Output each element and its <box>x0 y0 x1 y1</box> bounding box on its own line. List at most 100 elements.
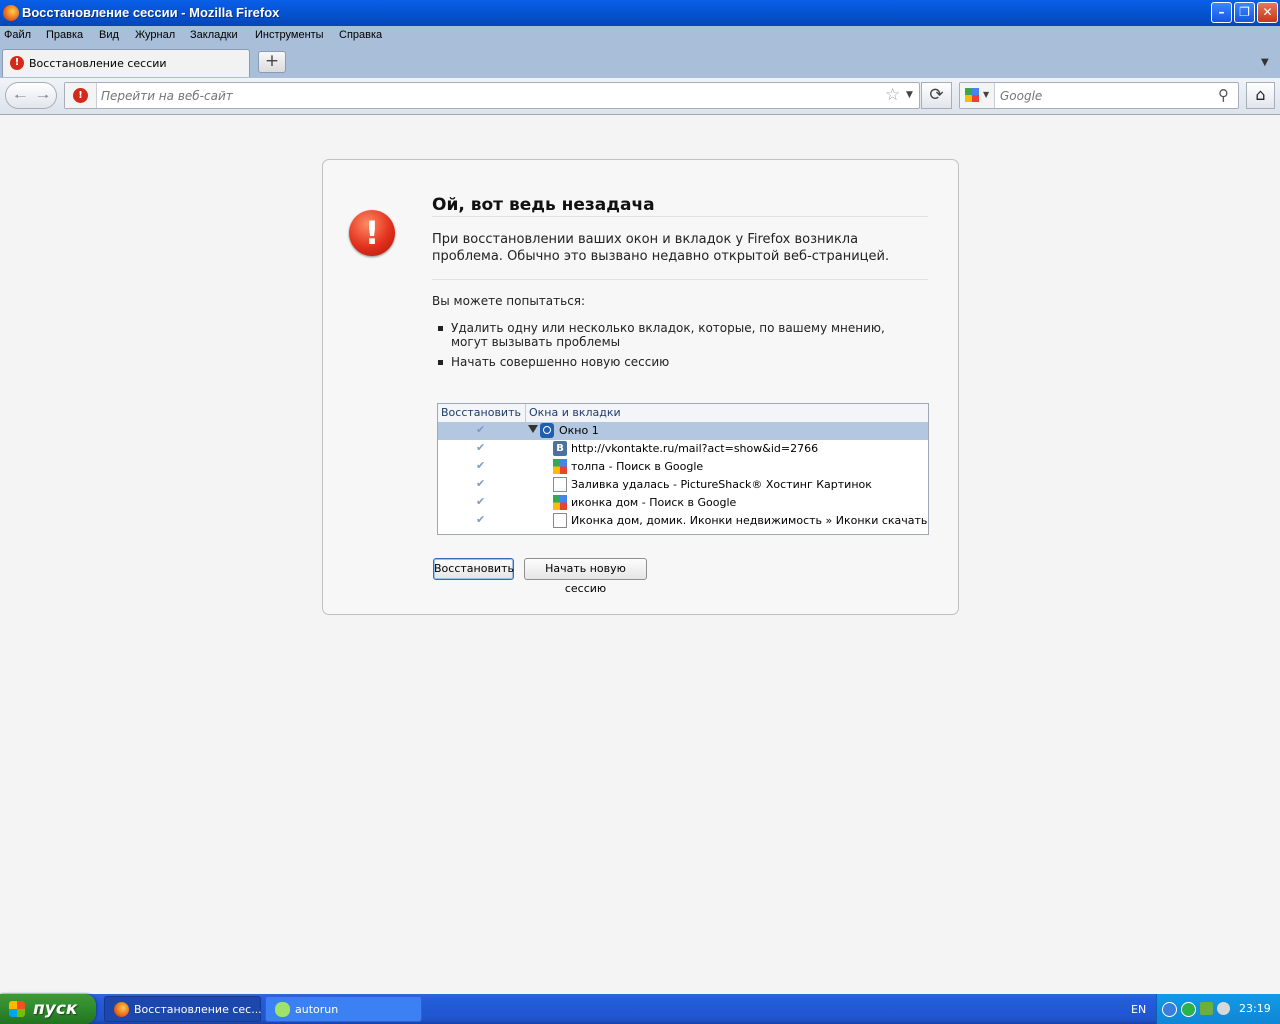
minimize-button[interactable]: – <box>1211 2 1232 23</box>
search-bar[interactable]: ▼ ⚲ <box>959 82 1239 109</box>
volume-icon[interactable] <box>1217 1002 1230 1015</box>
window-title: Восстановление сессии - Mozilla Firefox <box>22 5 280 20</box>
divider <box>432 216 928 217</box>
tray-expand-icon[interactable] <box>1162 1002 1177 1017</box>
tree-row-label: Иконка дом, домик. Иконки недвижимость »… <box>571 514 928 527</box>
tree-row-window[interactable]: ✔ Окно 1 <box>438 422 928 440</box>
tree-row-label: http://vkontakte.ru/mail?act=show&id=276… <box>571 442 819 455</box>
taskbar: пуск Восстановление сес... autorun EN 23… <box>0 994 1280 1024</box>
firefox-icon <box>3 5 19 21</box>
taskbar-item-firefox[interactable]: Восстановление сес... <box>104 996 262 1022</box>
search-engine-button[interactable]: ▼ <box>960 83 995 108</box>
suggestion-item: Начать совершенно новую сессию <box>438 355 898 369</box>
restore-button[interactable]: Восстановить <box>433 558 514 580</box>
tree-row-label: Окно 1 <box>559 424 599 437</box>
tree-row[interactable]: ✔ Иконка дом, домик. Иконки недвижимость… <box>438 512 928 530</box>
error-icon: ! <box>10 56 24 70</box>
tree-row-label: Заливка удалась - PictureShack® Хостинг … <box>571 478 872 491</box>
error-description: При восстановлении ваших окон и вкладок … <box>432 232 890 264</box>
error-icon: ! <box>349 210 395 256</box>
restore-checkbox[interactable]: ✔ <box>476 423 485 436</box>
window-titlebar[interactable]: Восстановление сессии - Mozilla Firefox … <box>0 0 1280 26</box>
menu-history[interactable]: Журнал <box>135 29 175 41</box>
new-tab-button[interactable]: + <box>258 51 286 73</box>
tree-row[interactable]: ✔ толпа - Поиск в Google <box>438 458 928 476</box>
expand-triangle-icon[interactable] <box>528 425 538 433</box>
language-indicator[interactable]: EN <box>1131 1003 1146 1016</box>
taskbar-item-label: autorun <box>295 1003 339 1016</box>
google-icon <box>553 459 567 474</box>
suggestion-text: Начать совершенно новую сессию <box>451 355 670 369</box>
suggestions-label: Вы можете попытаться: <box>432 294 586 308</box>
menu-help[interactable]: Справка <box>339 29 382 41</box>
url-bar[interactable]: ! ☆ ▼ <box>64 82 920 109</box>
forward-arrow-icon[interactable]: 🠒 <box>37 86 49 110</box>
tray-app-icon[interactable] <box>1181 1002 1196 1017</box>
column-separator[interactable] <box>525 404 526 422</box>
firefox-icon <box>114 1002 129 1017</box>
menu-edit[interactable]: Правка <box>46 29 83 41</box>
tab-list-dropdown-icon[interactable]: ▼ <box>1261 57 1269 68</box>
home-icon: ⌂ <box>1255 85 1266 104</box>
taskbar-item-label: Восстановление сес... <box>134 1003 262 1016</box>
maximize-button[interactable]: ❐ <box>1234 2 1255 23</box>
reload-button[interactable]: ⟳ <box>921 82 952 109</box>
session-restore-panel: ! Ой, вот ведь незадача При восстановлен… <box>322 159 959 615</box>
start-button[interactable]: пуск <box>0 994 96 1024</box>
url-input[interactable] <box>99 86 873 106</box>
menu-bookmarks[interactable]: Закладки <box>190 29 238 41</box>
page-title: Ой, вот ведь незадача <box>432 195 655 215</box>
error-icon: ! <box>73 88 88 103</box>
home-button[interactable]: ⌂ <box>1246 82 1275 109</box>
clock[interactable]: 23:19 <box>1239 1002 1271 1015</box>
windows-logo-icon <box>9 1001 25 1017</box>
tab-label: Восстановление сессии <box>29 57 167 70</box>
tabs-tree[interactable]: Восстановить Окна и вкладки ✔ Окно 1 ✔ B… <box>437 403 929 535</box>
menu-view[interactable]: Вид <box>99 29 119 41</box>
restore-checkbox[interactable]: ✔ <box>476 459 485 472</box>
network-icon[interactable] <box>1200 1002 1213 1015</box>
url-history-dropdown-icon[interactable]: ▼ <box>906 90 913 100</box>
window-icon <box>540 423 554 438</box>
page-icon <box>553 477 567 492</box>
menu-tools[interactable]: Инструменты <box>255 29 324 41</box>
vk-icon: B <box>553 441 567 456</box>
chevron-down-icon: ▼ <box>983 90 990 99</box>
search-icon[interactable]: ⚲ <box>1218 86 1229 104</box>
close-icon: ✕ <box>1262 5 1273 19</box>
tree-row[interactable]: ✔ Заливка удалась - PictureShack® Хостин… <box>438 476 928 494</box>
restore-checkbox[interactable]: ✔ <box>476 513 485 526</box>
tree-row-label: иконка дом - Поиск в Google <box>571 496 737 509</box>
divider <box>432 279 928 280</box>
restore-checkbox[interactable]: ✔ <box>476 495 485 508</box>
suggestion-item: Удалить одну или несколько вкладок, кото… <box>438 321 898 349</box>
autorun-icon <box>275 1002 290 1017</box>
site-identity-button[interactable]: ! <box>65 83 97 108</box>
restore-window-icon: ❐ <box>1239 5 1250 19</box>
column-header-windows-tabs[interactable]: Окна и вкладки <box>529 406 621 419</box>
tab-session-restore[interactable]: ! Восстановление сессии <box>2 49 250 77</box>
navigation-toolbar: 🠐 🠒 ! ☆ ▼ ⟳ ▼ ⚲ ⌂ <box>0 78 1280 115</box>
tree-row[interactable]: ✔ B http://vkontakte.ru/mail?act=show&id… <box>438 440 928 458</box>
restore-checkbox[interactable]: ✔ <box>476 441 485 454</box>
new-session-button[interactable]: Начать новую сессию <box>524 558 647 595</box>
taskbar-item-autorun[interactable]: autorun <box>265 996 422 1022</box>
restore-checkbox[interactable]: ✔ <box>476 477 485 490</box>
system-tray: 23:19 <box>1156 994 1280 1024</box>
google-icon <box>553 495 567 510</box>
start-label: пуск <box>33 999 78 1019</box>
suggestion-text: Удалить одну или несколько вкладок, кото… <box>451 321 885 349</box>
menu-file[interactable]: Файл <box>4 29 31 41</box>
back-arrow-icon[interactable]: 🠐 <box>14 86 26 110</box>
bookmark-star-icon[interactable]: ☆ <box>885 85 900 105</box>
reload-icon: ⟳ <box>929 85 944 105</box>
tree-row-label: толпа - Поиск в Google <box>571 460 704 473</box>
back-forward-group: 🠐 🠒 <box>5 82 57 109</box>
column-header-restore[interactable]: Восстановить <box>441 406 521 419</box>
tree-row[interactable]: ✔ иконка дом - Поиск в Google <box>438 494 928 512</box>
search-input[interactable] <box>998 86 1212 106</box>
close-button[interactable]: ✕ <box>1257 2 1278 23</box>
minimize-icon: – <box>1218 5 1225 19</box>
google-icon <box>965 88 979 102</box>
page-icon <box>553 513 567 528</box>
